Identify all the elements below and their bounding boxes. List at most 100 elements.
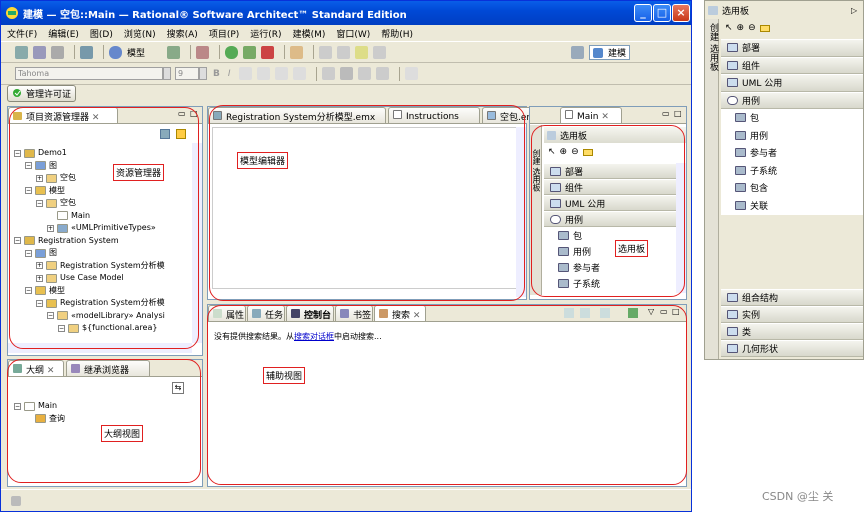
license-icon xyxy=(13,89,21,97)
format-toolbar: Tahoma 9 B I xyxy=(1,63,691,85)
outer-zoom-out-icon[interactable]: ⊖ xyxy=(748,23,756,33)
palette-tool[interactable]: 参与者 xyxy=(721,144,863,162)
palette-outer-icon xyxy=(708,5,718,15)
palette-drawer[interactable]: 部署 xyxy=(721,39,863,57)
palette-collapse-icon[interactable]: ▷ xyxy=(851,6,857,15)
palette-drawer-label: 几何形状 xyxy=(742,345,779,355)
minimize-editor-icon[interactable]: ▭ xyxy=(662,109,670,118)
external-tools-icon[interactable] xyxy=(243,45,257,59)
palette-drawer[interactable]: 类 xyxy=(721,323,863,340)
font-color-icon[interactable] xyxy=(238,67,252,80)
palette-item-icon xyxy=(735,113,746,123)
palette-drawer-icon xyxy=(727,327,738,336)
palette-drawer-label: 类 xyxy=(742,328,752,338)
palette-item-label: 包含 xyxy=(750,184,769,195)
aux-highlight xyxy=(207,305,687,485)
palette-item-icon xyxy=(727,78,738,88)
modeling-perspective-icon xyxy=(593,47,603,58)
zoom-icon[interactable] xyxy=(404,67,418,80)
diagram-icon[interactable] xyxy=(167,45,181,59)
font-dropdown-icon[interactable] xyxy=(163,67,171,80)
palette-drawer-label: 组合结构 xyxy=(742,294,779,304)
arrange-icon[interactable] xyxy=(339,67,353,80)
new-icon[interactable] xyxy=(15,45,28,59)
palette-tool[interactable]: 关联 xyxy=(721,197,863,215)
outer-zoom-in-icon[interactable]: ⊕ xyxy=(737,23,745,33)
palette-outer-tools: ↖ ⊕ ⊖ xyxy=(721,21,863,35)
nav-back-icon[interactable] xyxy=(319,45,333,59)
title-bar[interactable]: 建模 — 空包::Main — Rational® Software Archi… xyxy=(1,1,691,25)
menu-item[interactable]: 项目(P) xyxy=(209,27,239,40)
palette-drawer[interactable]: 几何形状 xyxy=(721,340,863,357)
search-tool-icon[interactable] xyxy=(290,45,304,59)
debug-icon[interactable] xyxy=(196,45,210,59)
nav-forward-icon[interactable] xyxy=(337,45,351,59)
palette-drawer-label: 实例 xyxy=(742,311,761,321)
history-icon[interactable] xyxy=(355,45,369,59)
tab-main[interactable]: Main ✕ xyxy=(560,107,622,123)
menu-item[interactable]: 图(D) xyxy=(90,27,113,40)
model-button-label[interactable]: 模型 xyxy=(127,46,145,59)
status-bar xyxy=(1,489,691,511)
palette-drawer[interactable]: 组件 xyxy=(721,56,863,74)
main-toolbar: 模型 建模 xyxy=(1,41,691,63)
minimize-button[interactable]: _ xyxy=(634,4,652,22)
copy-format-icon[interactable] xyxy=(321,67,335,80)
palette-tool[interactable]: 用例 xyxy=(721,127,863,145)
license-button[interactable]: 管理许可证 xyxy=(7,85,77,102)
next-icon[interactable] xyxy=(373,45,387,59)
outer-note-tool-icon[interactable] xyxy=(759,24,770,32)
palette-item-icon xyxy=(735,165,746,175)
palette-item-label: 参与者 xyxy=(750,149,778,160)
palette-drawer[interactable]: 用例 xyxy=(721,91,863,109)
palette-drawer[interactable]: 组合结构 xyxy=(721,289,863,306)
run-icon[interactable] xyxy=(225,45,239,59)
palette-outer-panel: 选用板 ▷ 创建 选用板 ↖ ⊕ ⊖ 部署 组件 UML 公用 用例包用例 参与者 子系统… xyxy=(704,0,864,360)
outer-select-tool-icon[interactable]: ↖ xyxy=(725,23,733,33)
line-style-icon[interactable] xyxy=(292,67,306,80)
menu-item[interactable]: 帮助(H) xyxy=(381,27,413,40)
maximize-button[interactable]: □ xyxy=(653,4,671,22)
fast-view-icon[interactable] xyxy=(11,495,21,506)
open-perspective-icon[interactable] xyxy=(571,46,584,59)
menu-item[interactable]: 文件(F) xyxy=(7,27,37,40)
stop-icon[interactable] xyxy=(261,45,275,59)
print-icon[interactable] xyxy=(51,45,64,59)
menu-item[interactable]: 窗口(W) xyxy=(336,27,370,40)
main-file-icon xyxy=(565,110,573,119)
close-main-tab-icon[interactable]: ✕ xyxy=(601,112,609,122)
perspective-modeling-button[interactable]: 建模 xyxy=(589,45,631,60)
palette-tool[interactable]: 子系统 xyxy=(721,162,863,180)
palette-drawer[interactable]: UML 公用 xyxy=(721,74,863,92)
hierarchy-icon[interactable] xyxy=(80,45,93,59)
size-combo[interactable]: 9 xyxy=(175,67,199,80)
font-combo[interactable]: Tahoma xyxy=(15,67,163,80)
model-icon[interactable] xyxy=(109,45,122,59)
menu-bar: 文件(F) 编辑(E) 图(D) 浏览(N) 搜索(A) 项目(P) 运行(R) 建模(M) 窗… xyxy=(1,25,691,41)
size-dropdown-icon[interactable] xyxy=(199,67,207,80)
menu-item[interactable]: 浏览(N) xyxy=(124,27,156,40)
maximize-editor-icon[interactable]: □ xyxy=(674,109,682,118)
palette-item-icon xyxy=(735,130,746,140)
menu-item[interactable]: 搜索(A) xyxy=(167,27,198,40)
save-icon[interactable] xyxy=(33,45,46,59)
fill-color-icon[interactable] xyxy=(256,67,270,80)
close-button[interactable]: × xyxy=(672,4,690,22)
outline-annotation: 大纲视图 xyxy=(101,425,144,442)
italic-icon[interactable]: I xyxy=(228,69,231,79)
palette-tool[interactable]: 包含 xyxy=(721,179,863,197)
line-color-icon[interactable] xyxy=(274,67,288,80)
distribute-icon[interactable] xyxy=(375,67,389,80)
align-icon[interactable] xyxy=(357,67,371,80)
menu-item[interactable]: 运行(R) xyxy=(250,27,281,40)
menu-item[interactable]: 建模(M) xyxy=(293,27,326,40)
palette-outer-list: 部署 组件 UML 公用 用例包用例 参与者 子系统 包含 关联 xyxy=(721,39,863,215)
palette-outer-header[interactable]: 选用板 ▷ xyxy=(705,1,863,19)
palette-item-label: 用例 xyxy=(742,96,761,107)
palette-drawer[interactable]: 实例 xyxy=(721,306,863,323)
palette-tool[interactable]: 包 xyxy=(721,109,863,127)
watermark: CSDN @尘 关 xyxy=(762,490,834,503)
menu-item[interactable]: 编辑(E) xyxy=(48,27,79,40)
bold-icon[interactable]: B xyxy=(213,69,220,79)
palette-outer-bottom: 组合结构实例类几何形状 xyxy=(721,289,863,357)
